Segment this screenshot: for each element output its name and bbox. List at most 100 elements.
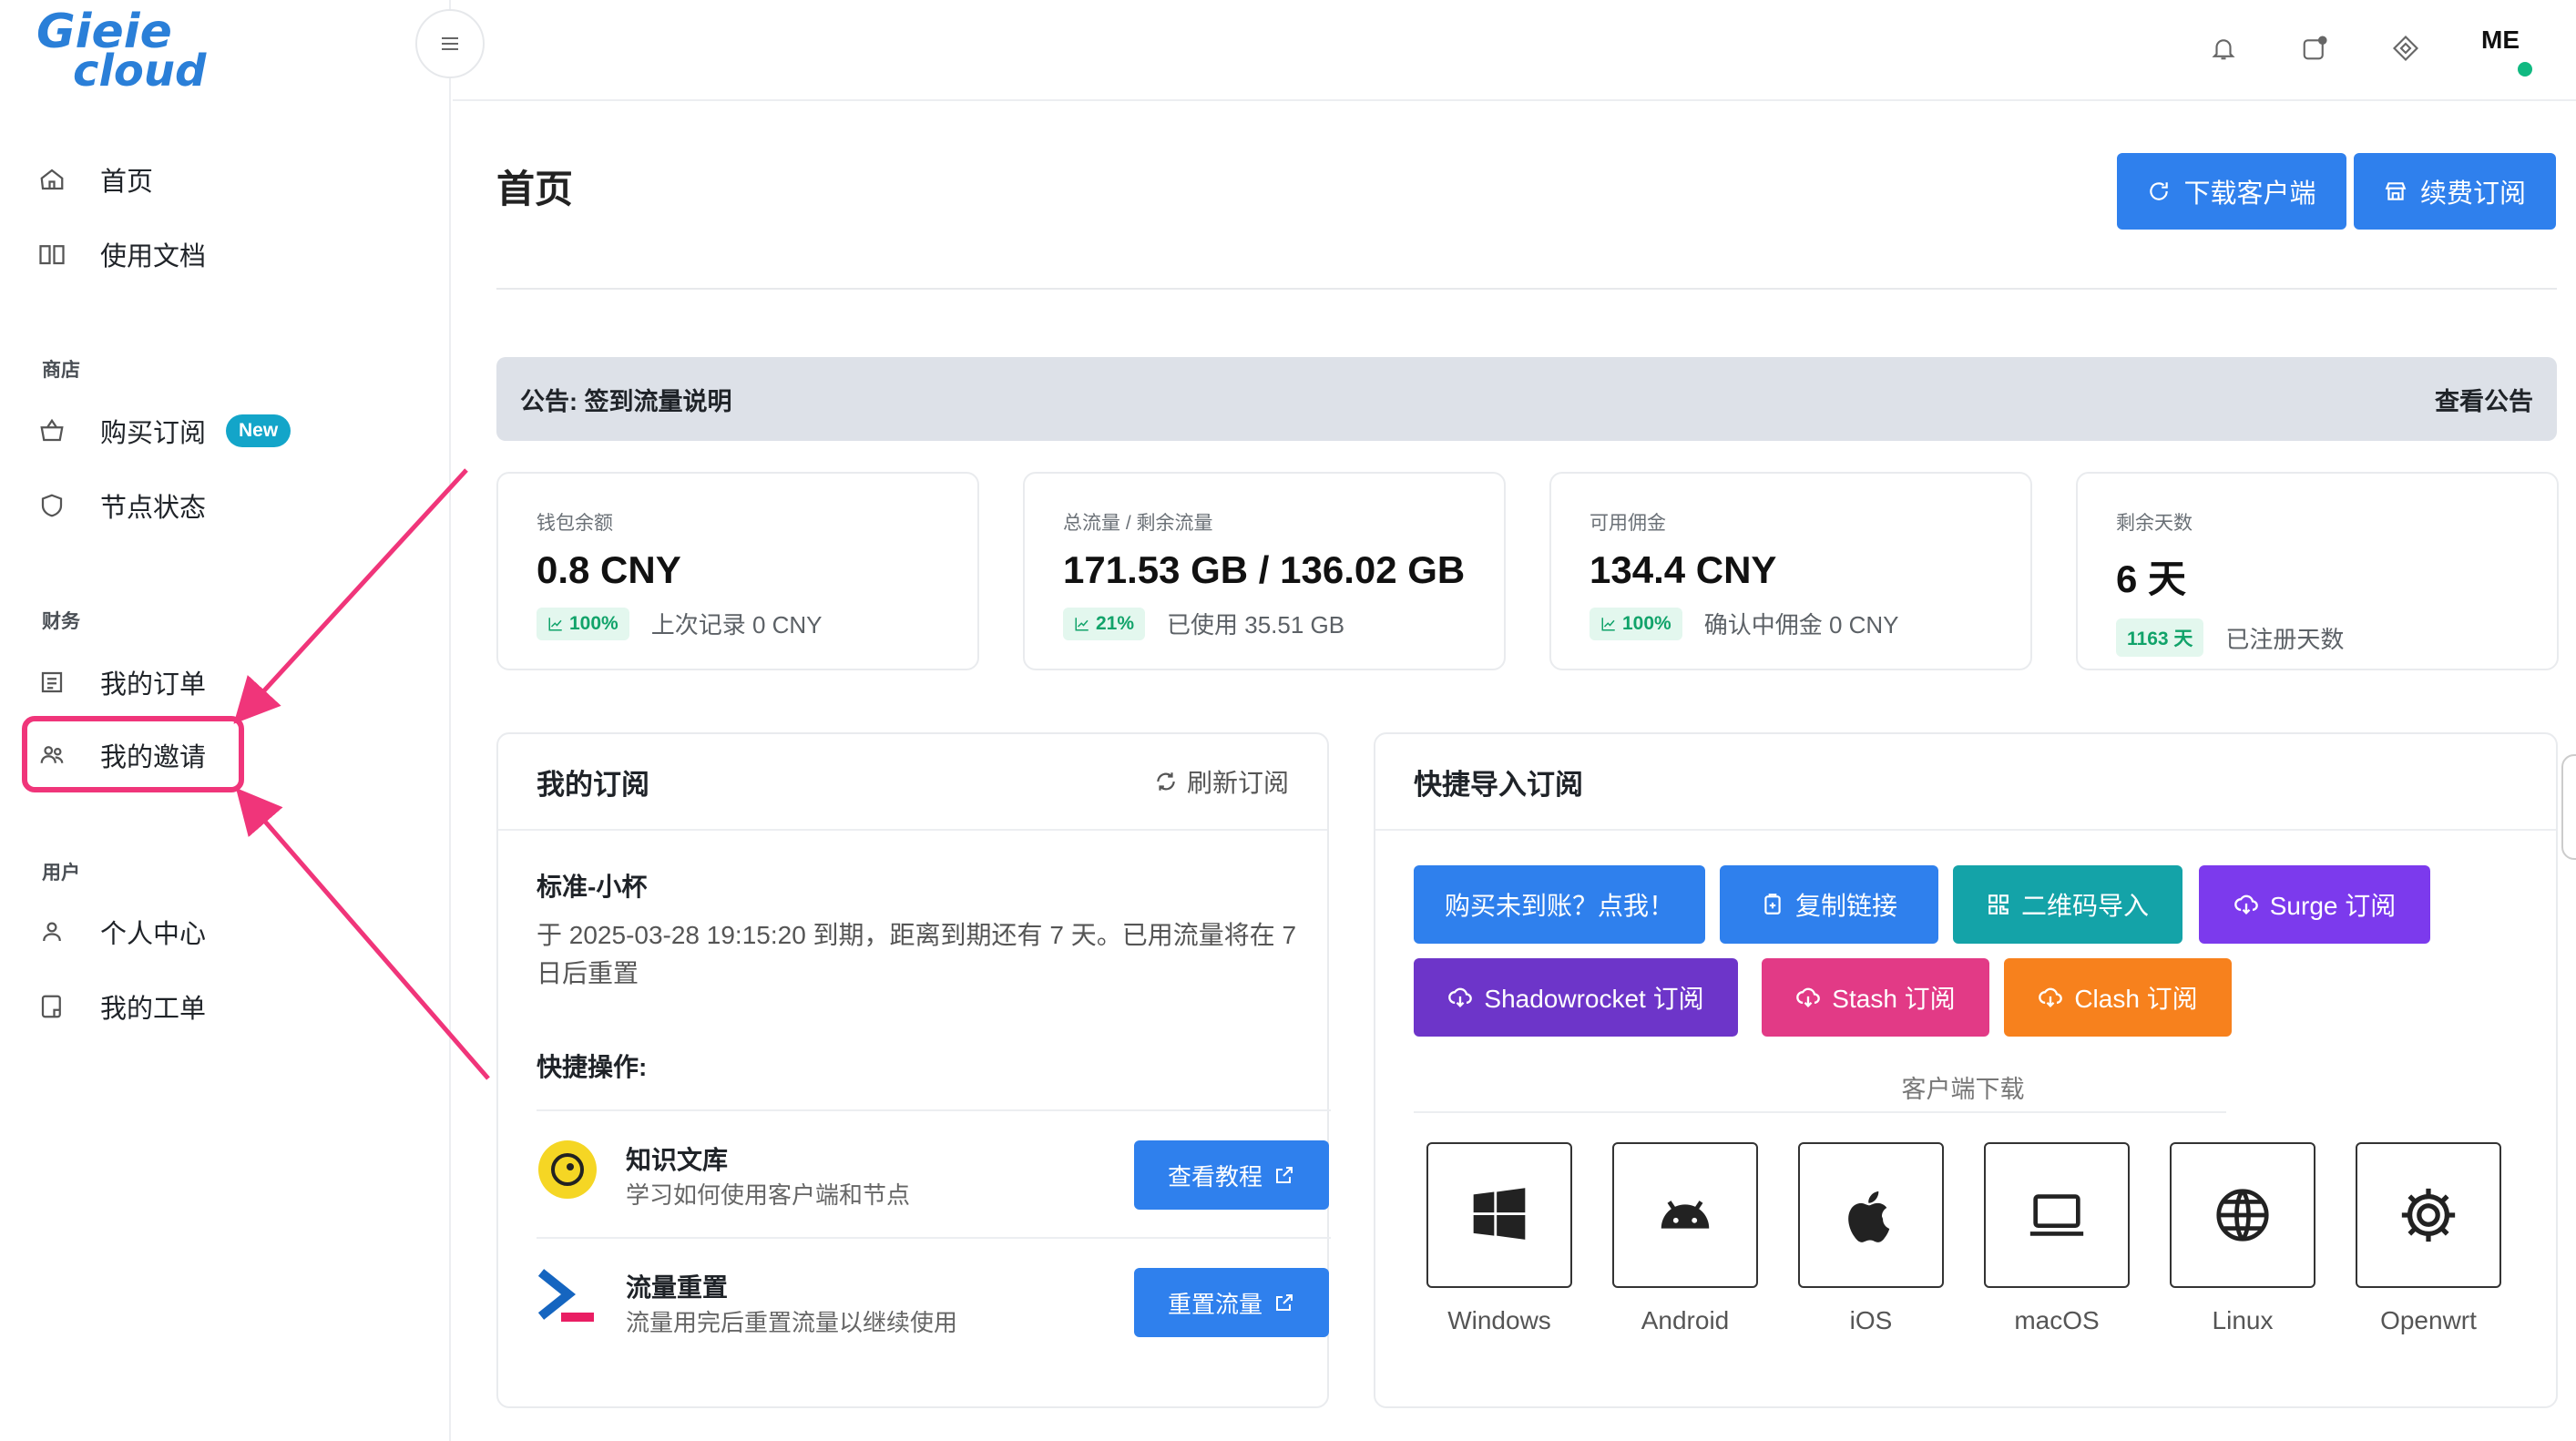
cloud-download-icon (1796, 987, 1821, 1007)
sidebar-item-label: 个人中心 (100, 920, 207, 949)
sidebar-item-home[interactable]: 首页 (36, 157, 153, 202)
book-icon (36, 239, 67, 270)
stat-label: 剩余天数 (2116, 513, 2193, 534)
announcement-bar: 公告: 签到流量说明 查看公告 (496, 357, 2557, 441)
sidebar-item-label: 首页 (100, 168, 154, 197)
client-android-button[interactable] (1612, 1142, 1758, 1288)
new-badge: New (226, 414, 291, 447)
side-drawer-handle[interactable] (2561, 754, 2576, 860)
copy-link-button[interactable]: 复制链接 (1720, 865, 1938, 944)
stat-card-wallet: 钱包余额 0.8 CNY 100% 上次记录 0 CNY (496, 472, 979, 670)
android-icon (1661, 1201, 1710, 1229)
windows-icon (1473, 1188, 1526, 1240)
client-name: Android (1641, 1306, 1730, 1334)
download-client-label: 下载客户端 (2183, 179, 2316, 209)
cloud-download-icon (2234, 894, 2258, 915)
apple-icon (1848, 1191, 1890, 1242)
refresh-cw-icon (2150, 182, 2169, 200)
stat-value: 6 天 (2116, 557, 2187, 600)
client-macos-button[interactable] (1984, 1142, 2130, 1288)
stat-value: 0.8 CNY (537, 548, 681, 591)
logo-line2: cloud (73, 46, 207, 89)
download-client-button[interactable]: 下载客户端 (2117, 153, 2346, 230)
button-label: 复制链接 (1794, 892, 1897, 920)
online-status-dot (2518, 62, 2532, 77)
plan-name: 标准-小杯 (537, 873, 648, 901)
mailchimp-icon (537, 1139, 598, 1201)
client-name: Windows (1447, 1306, 1551, 1334)
client-name: Linux (2212, 1306, 2274, 1334)
stat-sub: 上次记录 0 CNY (650, 611, 823, 639)
avatar[interactable]: ME (2481, 26, 2520, 55)
surge-subscribe-button[interactable]: Surge 订阅 (2199, 865, 2430, 944)
client-windows-button[interactable] (1426, 1142, 1572, 1288)
button-label: Shadowrocket 订阅 (1484, 985, 1704, 1013)
reset-traffic-label: 重置流量 (1167, 1290, 1262, 1318)
divider (537, 1109, 1331, 1111)
reset-traffic-desc: 流量用完后重置流量以继续使用 (626, 1309, 958, 1336)
sidebar-item-orders[interactable]: 我的订单 (36, 659, 206, 705)
button-label: 购买未到账？点我！ (1444, 892, 1674, 920)
prompt-arrow-icon (537, 1266, 598, 1328)
view-tutorial-label: 查看教程 (1167, 1162, 1262, 1191)
trend-pill-text: 21% (1096, 612, 1135, 634)
reset-traffic-title: 流量重置 (626, 1273, 729, 1302)
external-link-icon (1276, 1294, 1293, 1311)
clash-subscribe-button[interactable]: Clash 订阅 (2004, 958, 2232, 1037)
qr-import-button[interactable]: 二维码导入 (1953, 865, 2182, 944)
view-announcement-link[interactable]: 查看公告 (2435, 382, 2533, 417)
sidebar-item-tickets[interactable]: 我的工单 (36, 984, 206, 1029)
quick-import-panel: 快捷导入订阅 购买未到账？点我！ 复制链接 二维码导入 Surge 订阅 Sha… (1374, 732, 2558, 1408)
panel-title: 我的订阅 (537, 768, 649, 801)
trend-pill: 100% (1590, 607, 1682, 640)
client-download-label: 客户端下载 (1901, 1076, 2025, 1103)
trend-icon (548, 617, 562, 630)
gieie-cloud-logo[interactable]: Gieie cloud (36, 7, 310, 89)
quick-actions-title: 快捷操作: (537, 1053, 648, 1081)
laptop-icon (2029, 1194, 2084, 1236)
sidebar-collapse-button[interactable] (415, 9, 485, 78)
client-name: Openwrt (2380, 1306, 2477, 1334)
reset-traffic-button[interactable]: 重置流量 (1134, 1268, 1329, 1337)
menu-icon (442, 37, 458, 50)
unpaid-help-button[interactable]: 购买未到账？点我！ (1414, 865, 1705, 944)
stat-card-commission: 可用佣金 134.4 CNY 100% 确认中佣金 0 CNY (1549, 472, 2032, 670)
client-openwrt-button[interactable] (2356, 1142, 2501, 1288)
button-label: Surge 订阅 (2269, 892, 2397, 920)
stat-value: 134.4 CNY (1590, 548, 1777, 591)
basket-icon (36, 415, 67, 446)
external-link-icon (1276, 1167, 1293, 1183)
sidebar-item-profile[interactable]: 个人中心 (36, 909, 206, 955)
receipt-icon (36, 667, 67, 698)
divider (1414, 1111, 2226, 1113)
bell-icon[interactable] (2203, 27, 2244, 69)
client-ios-button[interactable] (1798, 1142, 1944, 1288)
section-label-user: 用户 (42, 863, 80, 884)
registered-days-pill: 1163 天 (2116, 618, 2204, 657)
stat-value: 171.53 GB / 136.02 GB (1063, 548, 1466, 591)
refresh-subscription-button[interactable]: 刷新订阅 (1154, 763, 1289, 800)
sidebar-item-label: 我的订单 (100, 670, 207, 700)
renew-subscription-button[interactable]: 续费订阅 (2354, 153, 2556, 230)
knowledge-base-title: 知识文库 (626, 1146, 729, 1174)
stash-subscribe-button[interactable]: Stash 订阅 (1762, 958, 1989, 1037)
trend-icon (1601, 617, 1615, 630)
client-linux-button[interactable] (2170, 1142, 2315, 1288)
sidebar-item-label: 购买订阅 (100, 419, 207, 448)
plan-expiry-text: 于 2025-03-28 19:15:20 到期，距离到期还有 7 天。已用流量… (537, 921, 1297, 987)
diamond-icon[interactable] (2385, 27, 2427, 69)
section-label-finance: 财务 (42, 611, 80, 632)
refresh-icon (1157, 772, 1175, 791)
sidebar-item-label: 使用文档 (100, 242, 207, 271)
shadowrocket-subscribe-button[interactable]: Shadowrocket 订阅 (1414, 958, 1738, 1037)
section-label-shop: 商店 (42, 360, 80, 381)
globe-icon (2216, 1189, 2269, 1242)
sidebar-item-docs[interactable]: 使用文档 (36, 231, 206, 277)
knowledge-base-desc: 学习如何使用客户端和节点 (626, 1181, 911, 1209)
sidebar-item-node-status[interactable]: 节点状态 (36, 483, 206, 528)
view-tutorial-button[interactable]: 查看教程 (1134, 1140, 1329, 1210)
sidebar-item-buy-subscription[interactable]: 购买订阅 New (36, 408, 291, 454)
button-label: Clash 订阅 (2074, 985, 2198, 1013)
highlight-box (22, 716, 244, 792)
message-icon[interactable] (2294, 27, 2336, 69)
